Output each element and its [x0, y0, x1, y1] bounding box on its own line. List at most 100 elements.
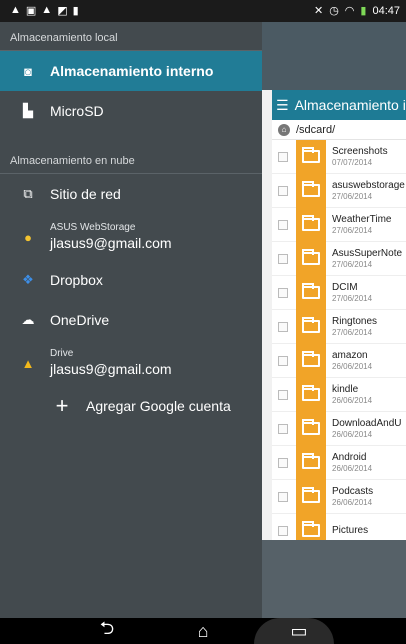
file-name: Android — [332, 451, 367, 463]
warning-icon: ▲ — [41, 4, 53, 16]
file-row[interactable]: asuswebstorage 27/06/2014 — [272, 173, 406, 208]
mute-icon: ✕ — [313, 5, 324, 17]
background-bottom — [262, 540, 406, 618]
drawer-item-label: OneDrive — [50, 312, 110, 328]
status-bar: ▲ ▣ ▲ ◩ ▮ ✕ ◷ ◠ ▮ 04:47 — [0, 0, 406, 22]
file-panel-header[interactable]: ☰ Almacenamiento in — [272, 90, 406, 120]
path-text: /sdcard/ — [296, 123, 336, 136]
status-left-icons: ▲ ▣ ▲ ◩ ▮ — [10, 4, 79, 17]
webstorage-icon: ● — [24, 229, 32, 245]
file-checkbox[interactable] — [278, 423, 288, 434]
folder-tile — [296, 343, 326, 378]
folder-icon — [302, 215, 320, 231]
file-row[interactable]: DownloadAndU 26/06/2014 — [272, 411, 406, 446]
file-checkbox[interactable] — [278, 287, 288, 298]
drawer-item-asus-webstorage[interactable]: ● ASUS WebStorage jlasus9@gmail.com — [0, 214, 262, 260]
drawer-item-network-site[interactable]: ⧉ Sitio de red — [0, 174, 262, 214]
back-button[interactable]: ⮌ — [87, 616, 127, 644]
alarm-icon: ◷ — [329, 5, 339, 17]
folder-tile — [296, 207, 326, 242]
file-name: Pictures — [332, 524, 369, 536]
folder-icon — [302, 249, 320, 265]
file-row[interactable]: DCIM 27/06/2014 — [272, 275, 406, 310]
file-checkbox[interactable] — [278, 185, 288, 196]
folder-tile — [296, 411, 326, 446]
drawer-item-drive[interactable]: ▲ Drive jlasus9@gmail.com — [0, 340, 262, 386]
local-storage-title: Almacenamiento local — [10, 32, 118, 44]
plus-icon: + — [55, 393, 69, 418]
home-folder-icon[interactable]: ⌂ — [278, 123, 290, 136]
file-row[interactable]: kindle 26/06/2014 — [272, 377, 406, 412]
file-name: DownloadAndU — [332, 417, 402, 429]
menu-icon[interactable]: ☰ — [276, 97, 289, 114]
drawer-item-internal-storage[interactable]: ◙ Almacenamiento interno — [0, 51, 262, 91]
folder-icon — [302, 147, 320, 163]
folder-icon — [302, 385, 320, 401]
file-checkbox[interactable] — [278, 457, 288, 468]
file-checkbox[interactable] — [278, 355, 288, 366]
file-text: DownloadAndU 26/06/2014 — [332, 418, 402, 440]
file-date: 27/06/2014 — [332, 293, 373, 303]
drawer-item-account: jlasus9@gmail.com — [50, 361, 172, 377]
file-name: asuswebstorage — [332, 179, 405, 191]
file-row[interactable]: Ringtones 27/06/2014 — [272, 309, 406, 344]
file-panel-title: Almacenamiento in — [294, 97, 406, 113]
folder-tile — [296, 173, 326, 208]
wifi-icon: ◠ — [344, 5, 355, 17]
file-row[interactable]: Pictures — [272, 513, 406, 540]
file-checkbox[interactable] — [278, 253, 288, 264]
network-icon: ⧉ — [23, 186, 33, 201]
drawer-item-account: jlasus9@gmail.com — [50, 235, 172, 251]
file-row[interactable]: AsusSuperNote 27/06/2014 — [272, 241, 406, 276]
file-text: amazon 26/06/2014 — [332, 350, 372, 372]
folder-icon — [302, 351, 320, 367]
folder-tile — [296, 275, 326, 310]
file-row[interactable]: Screenshots 07/07/2014 — [272, 139, 406, 174]
add-account-label: Agregar Google cuenta — [86, 398, 231, 414]
folder-icon — [302, 453, 320, 469]
file-text: Ringtones 27/06/2014 — [332, 316, 377, 338]
drawer-item-label: Almacenamiento interno — [50, 63, 214, 79]
drawer-item-onedrive[interactable]: ☁ OneDrive — [0, 300, 262, 340]
warning-icon: ▲ — [10, 4, 21, 16]
file-name: kindle — [332, 383, 359, 395]
drawer-item-service: Drive — [50, 348, 74, 359]
file-checkbox[interactable] — [278, 491, 288, 502]
file-checkbox[interactable] — [278, 151, 288, 162]
file-text: Android 26/06/2014 — [332, 452, 372, 474]
drawer-item-label: Dropbox — [50, 272, 103, 288]
drawer-item-dropbox[interactable]: ❖ Dropbox — [0, 260, 262, 300]
file-date: 26/06/2014 — [332, 395, 373, 405]
folder-tile — [296, 479, 326, 514]
drive-icon: ▲ — [21, 355, 35, 371]
file-text: asuswebstorage 27/06/2014 — [332, 180, 405, 202]
add-google-account-button[interactable]: + Agregar Google cuenta — [0, 386, 262, 426]
file-date: 27/06/2014 — [332, 259, 373, 269]
battery-icon: ▮ — [360, 5, 367, 17]
image-icon: ▣ — [25, 5, 37, 17]
home-button[interactable]: ⌂ — [183, 621, 223, 642]
folder-tile — [296, 377, 326, 412]
file-checkbox[interactable] — [278, 321, 288, 332]
file-checkbox[interactable] — [278, 525, 288, 536]
file-row[interactable]: Android 26/06/2014 — [272, 445, 406, 480]
status-right-icons: ✕ ◷ ◠ ▮ 04:47 — [313, 4, 400, 18]
file-date: 27/06/2014 — [332, 191, 373, 201]
file-name: Screenshots — [332, 145, 388, 157]
recent-apps-button[interactable]: ▭ — [279, 621, 319, 642]
drawer-item-microsd[interactable]: ▙ MicroSD — [0, 91, 262, 131]
file-row[interactable]: amazon 26/06/2014 — [272, 343, 406, 378]
file-text: Pictures — [332, 525, 368, 537]
drawer-item-text: ASUS WebStorage jlasus9@gmail.com — [50, 222, 172, 252]
file-date: 26/06/2014 — [332, 361, 373, 371]
file-row[interactable]: Podcasts 26/06/2014 — [272, 479, 406, 514]
file-name: amazon — [332, 349, 368, 361]
folder-tile — [296, 139, 326, 174]
folder-icon — [302, 317, 320, 333]
sd-icon: ◩ — [57, 5, 68, 17]
file-row[interactable]: WeatherTime 27/06/2014 — [272, 207, 406, 242]
file-name: WeatherTime — [332, 213, 392, 225]
file-checkbox[interactable] — [278, 219, 288, 230]
file-checkbox[interactable] — [278, 389, 288, 400]
status-time: 04:47 — [372, 4, 400, 17]
